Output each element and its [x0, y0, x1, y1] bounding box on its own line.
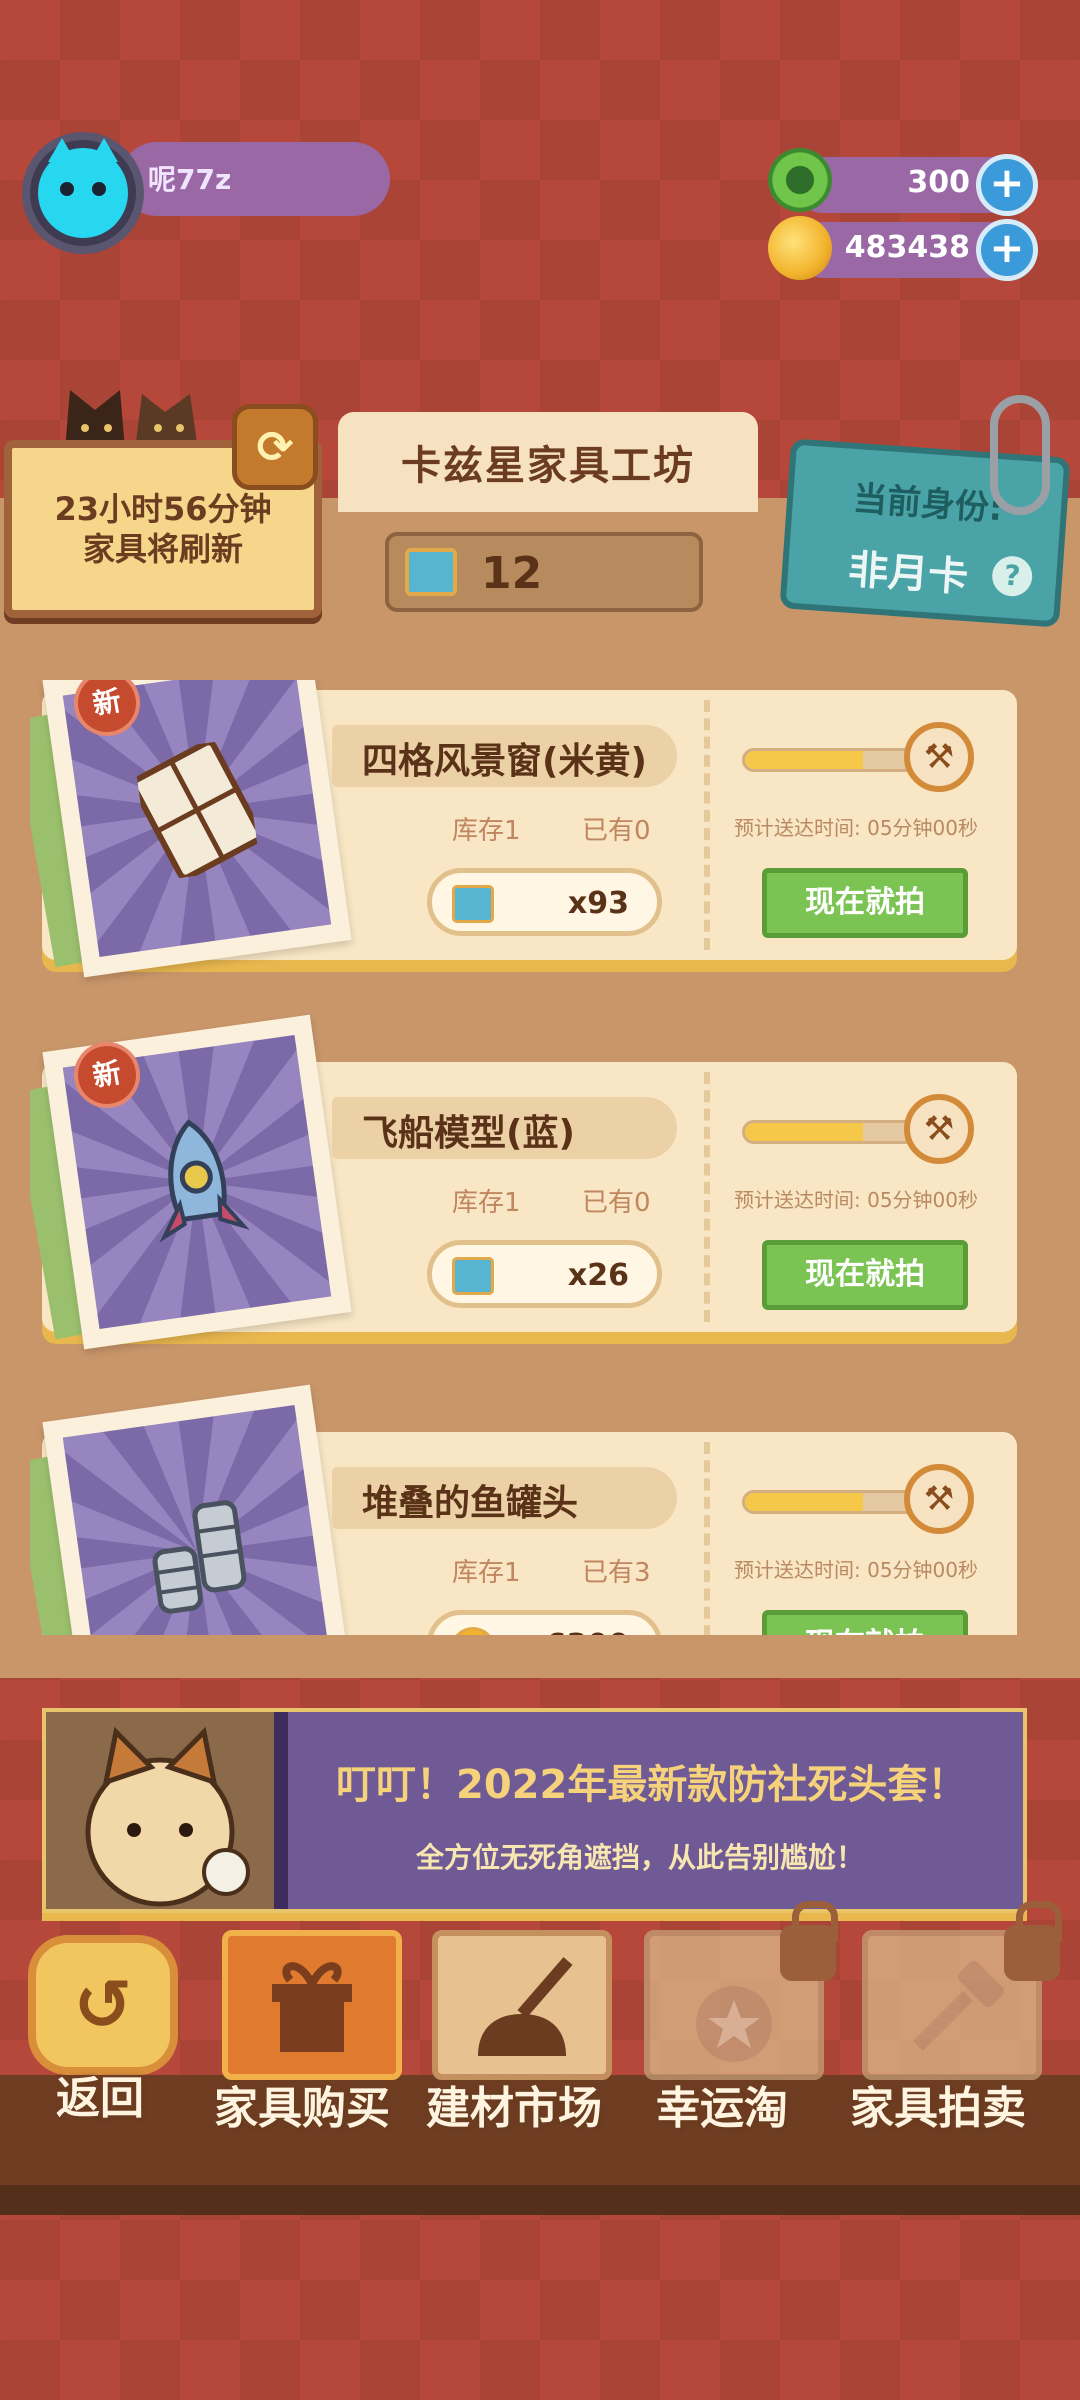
timer-caption: 家具将刷新	[82, 530, 243, 568]
calico-cat-mascot-icon	[46, 1712, 274, 1909]
help-icon[interactable]: ?	[990, 554, 1034, 598]
item-price: x26	[427, 1240, 662, 1308]
bid-now-button[interactable]: 现在就拍	[762, 868, 968, 938]
status-value: 非月卡	[846, 546, 970, 602]
back-label: 返回	[56, 2073, 144, 2124]
gavel-icon: ⚒	[904, 1094, 974, 1164]
item-name: 堆叠的鱼罐头	[362, 1483, 579, 1524]
auction-item-list[interactable]: 新 四格风景窗(米黄) 库存1 已有0 x93 ⚒ 预计送达时间: 05分钟00…	[30, 680, 1060, 1635]
auction-progress-bar	[742, 748, 917, 772]
timer-countdown: 23小时56分钟	[54, 490, 272, 528]
token-balance: 12	[385, 532, 703, 612]
auction-progress-bar	[742, 1490, 917, 1514]
item-name: 四格风景窗(米黄)	[362, 741, 647, 782]
gavel-icon: ⚒	[904, 722, 974, 792]
gold-planet-icon	[768, 216, 832, 280]
promo-banner[interactable]: 叮叮！2022年最新款防社死头套！ 全方位无死角遮挡，从此告别尴尬！	[42, 1708, 1027, 1913]
item-price: x6300	[427, 1610, 662, 1635]
furniture-ticket-icon	[452, 885, 494, 923]
username: 呢77z	[148, 163, 232, 196]
banner-subtitle: 全方位无死角遮挡，从此告别尴尬！	[416, 1841, 865, 1874]
cat-avatar-icon	[38, 138, 128, 238]
furniture-ticket-icon	[405, 548, 457, 596]
add-green-currency-button[interactable]: +	[976, 154, 1038, 216]
item-owned: 已有0	[582, 816, 651, 846]
currency-value: 300	[907, 165, 970, 200]
lock-icon	[1004, 1901, 1062, 1981]
delivery-eta: 预计送达时间: 05分钟00秒	[734, 1188, 978, 1212]
window-icon	[133, 739, 261, 881]
token-count: 12	[481, 548, 543, 599]
tab-label: 家具购买	[214, 2083, 390, 2134]
avatar[interactable]	[22, 132, 144, 254]
gavel-icon: ⚒	[904, 1464, 974, 1534]
price-value: x6300	[526, 1628, 629, 1635]
bid-now-button[interactable]: 现在就拍	[762, 1610, 968, 1635]
auction-item-card: 新 飞船模型(蓝) 库存1 已有0 x26 ⚒ 预计送达时间: 05分钟00秒 …	[30, 1014, 1017, 1350]
currency-value: 483438	[844, 230, 970, 265]
item-stock: 库存1	[452, 1558, 521, 1588]
rocket-icon	[159, 1119, 250, 1243]
delivery-eta: 预计送达时间: 05分钟00秒	[734, 816, 978, 840]
refresh-icon: ⟳	[256, 421, 294, 473]
item-price: x93	[427, 868, 662, 936]
delivery-eta: 预计送达时间: 05分钟00秒	[734, 1558, 978, 1582]
item-owned: 已有3	[582, 1558, 651, 1588]
paint-brush-icon	[478, 1957, 573, 2056]
status-label: 当前身份:	[851, 478, 1004, 530]
tab-label: 幸运淘	[656, 2083, 788, 2134]
item-stock: 库存1	[452, 1188, 521, 1218]
paper-clip-icon	[990, 395, 1050, 515]
auction-item-card: 堆叠的鱼罐头 库存1 已有3 x6300 ⚒ 预计送达时间: 05分钟00秒 现…	[30, 1384, 1017, 1635]
item-name: 飞船模型(蓝)	[362, 1113, 575, 1154]
workshop-title-tab: 卡兹星家具工坊	[338, 412, 758, 512]
item-stock: 库存1	[452, 816, 521, 846]
price-value: x26	[567, 1258, 629, 1293]
bid-now-button[interactable]: 现在就拍	[762, 1240, 968, 1310]
price-value: x93	[567, 886, 629, 921]
page-title: 卡兹星家具工坊	[401, 443, 695, 489]
refresh-button[interactable]: ⟳	[232, 404, 318, 490]
green-ring-icon	[768, 148, 832, 212]
tab-label: 家具拍卖	[850, 2083, 1026, 2134]
back-button[interactable]: ↺	[28, 1935, 178, 2075]
add-gold-currency-button[interactable]: +	[976, 219, 1038, 281]
tab-furniture-buy[interactable]	[222, 1930, 402, 2080]
back-arrow-icon: ↺	[73, 1964, 133, 2046]
auction-progress-bar	[742, 1120, 917, 1144]
item-owned: 已有0	[582, 1188, 651, 1218]
auction-item-card: 新 四格风景窗(米黄) 库存1 已有0 x93 ⚒ 预计送达时间: 05分钟00…	[30, 680, 1017, 978]
fish-cans-icon	[152, 1500, 247, 1614]
tab-building-market[interactable]	[432, 1930, 612, 2080]
furniture-ticket-icon	[452, 1257, 494, 1295]
gift-box-icon	[272, 1962, 352, 2052]
gold-planet-icon	[452, 1627, 494, 1635]
lock-icon	[780, 1901, 838, 1981]
tab-label: 建材市场	[426, 2083, 602, 2134]
item-photo	[42, 1384, 352, 1635]
banner-title: 叮叮！2022年最新款防社死头套！	[336, 1762, 968, 1808]
